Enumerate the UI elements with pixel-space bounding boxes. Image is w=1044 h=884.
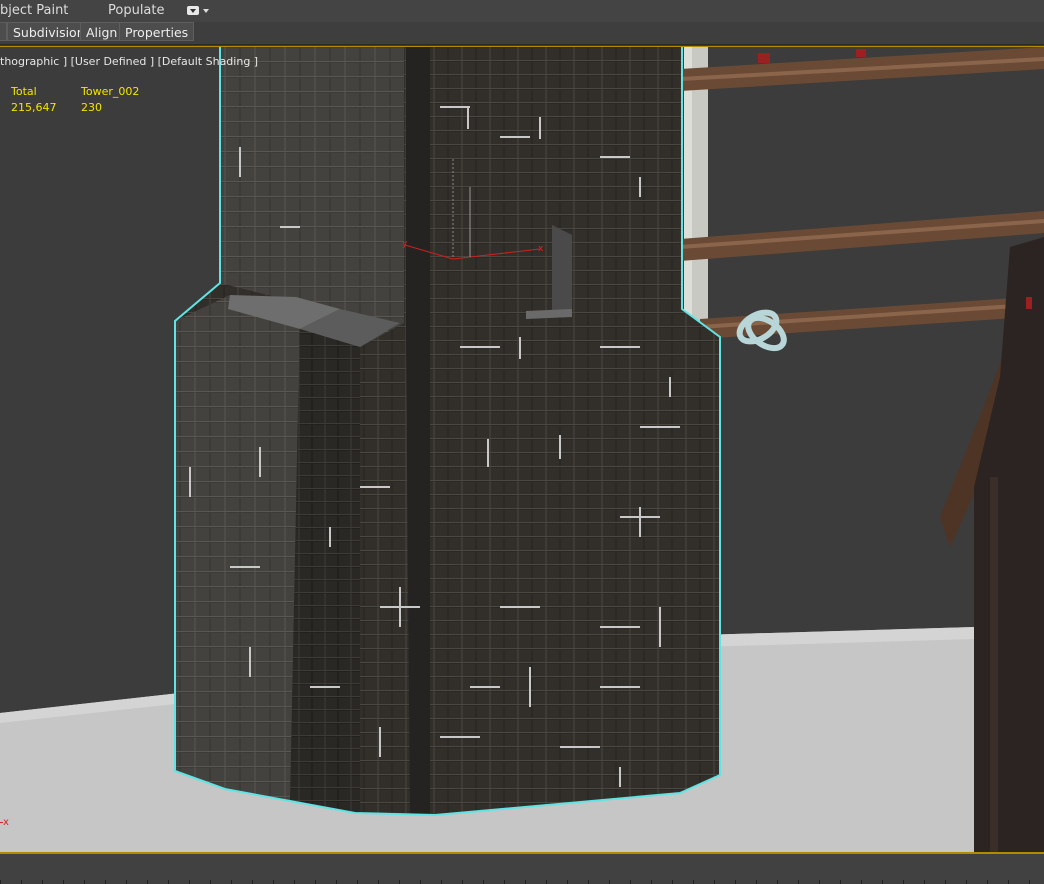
status-bar <box>0 852 1044 884</box>
tower-buttress-side <box>290 309 360 813</box>
gizmo-y-label: y <box>402 239 408 249</box>
menu-dropdown-button[interactable] <box>187 5 211 17</box>
menu-populate[interactable]: Populate <box>108 3 165 18</box>
ribbon-tab-partial[interactable] <box>0 22 7 41</box>
menu-object-paint[interactable]: bject Paint <box>0 3 68 18</box>
world-axis-tripod: x <box>0 817 9 828</box>
gizmo-x-label: x <box>538 244 544 254</box>
ribbon-tab-align[interactable]: Align <box>80 22 124 41</box>
ribbon-tab-subdivision[interactable]: Subdivision <box>7 22 91 41</box>
tower-protrusion <box>552 225 572 317</box>
red-marker-3 <box>1026 297 1032 309</box>
menu-bar: bject Paint Populate <box>0 0 1044 23</box>
ribbon-tab-properties[interactable]: Properties <box>119 22 195 41</box>
stats-object-header: Tower_002 <box>81 85 140 98</box>
tower-buttress-left <box>175 295 300 803</box>
red-marker-1 <box>758 53 770 63</box>
chevron-down-icon <box>187 6 199 15</box>
scene-render[interactable] <box>0 47 1044 853</box>
viewport-label[interactable]: thographic ] [User Defined ] [Default Sh… <box>0 55 258 68</box>
caret-down-icon <box>203 9 209 13</box>
stats-object-value: 230 <box>81 101 102 114</box>
red-marker-2 <box>856 49 866 57</box>
stats-total-header: Total <box>11 85 37 98</box>
stats-total-value: 215,647 <box>11 101 57 114</box>
tower-corner-edge <box>406 47 430 815</box>
shelter-post <box>990 477 998 853</box>
world-axis-x-label: x <box>3 817 9 828</box>
timeline-ruler[interactable] <box>0 880 1044 884</box>
3d-viewport[interactable]: thographic ] [User Defined ] [Default Sh… <box>0 46 1044 853</box>
ribbon-toolbar: Subdivision Align Properties <box>0 22 1044 45</box>
